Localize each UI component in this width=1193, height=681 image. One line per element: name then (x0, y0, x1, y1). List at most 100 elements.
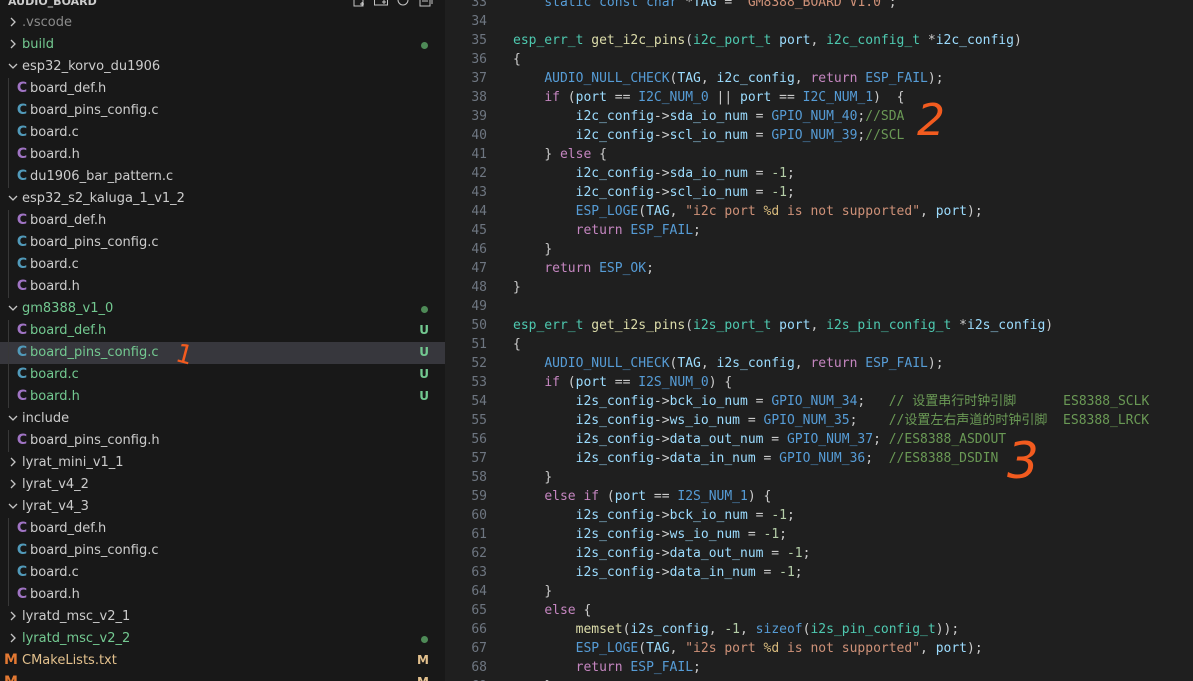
code-line[interactable]: } (513, 677, 1149, 681)
folder-item[interactable]: .vscode (0, 12, 445, 34)
c-header-file-icon: C (16, 278, 28, 294)
folder-item[interactable]: lyrat_v4_3 (0, 496, 445, 518)
code-line[interactable]: i2c_config->sda_io_num = GPIO_NUM_40;//S… (513, 107, 1149, 126)
code-line[interactable]: i2s_config->data_out_num = GPIO_NUM_37; … (513, 430, 1149, 449)
folder-item[interactable]: lyrat_v4_2 (0, 474, 445, 496)
code-line[interactable]: i2s_config->data_out_num = -1; (513, 544, 1149, 563)
folder-item[interactable]: build (0, 34, 445, 56)
code-line[interactable]: i2c_config->sda_io_num = -1; (513, 164, 1149, 183)
file-item[interactable]: Cboard.c (0, 254, 445, 276)
folder-item[interactable]: lyrat_mini_v1_1 (0, 452, 445, 474)
chevron-down-icon[interactable] (8, 411, 18, 425)
folder-item[interactable]: esp32_s2_kaluga_1_v1_2 (0, 188, 445, 210)
git-status-dot (421, 636, 428, 643)
code-line[interactable]: } (513, 582, 1149, 601)
new-file-icon[interactable] (350, 0, 368, 8)
file-item[interactable]: Cboard.h (0, 144, 445, 166)
file-item[interactable]: MM (0, 672, 445, 681)
code-line[interactable]: return ESP_OK; (513, 259, 1149, 278)
collapse-all-icon[interactable] (416, 0, 434, 8)
code-line[interactable]: i2c_config->scl_io_num = GPIO_NUM_39;//S… (513, 126, 1149, 145)
code-editor[interactable]: 33 34 35 36 37 38 39 40 41 42 43 44 45 46 47 48 49 50 51 52… (445, 0, 1193, 681)
indent-guide (8, 100, 9, 122)
code-line[interactable]: if (port == I2C_NUM_0 || port == I2C_NUM… (513, 88, 1149, 107)
code-token: const (599, 0, 639, 10)
code-line[interactable]: } else { (513, 145, 1149, 164)
folder-item[interactable]: esp32_korvo_du1906 (0, 56, 445, 78)
file-item[interactable]: Cboard.h U (0, 386, 445, 408)
code-line[interactable]: esp_err_t get_i2s_pins(i2s_port_t port, … (513, 316, 1149, 335)
code-line[interactable]: i2s_config->bck_io_num = -1; (513, 506, 1149, 525)
file-item[interactable]: Cboard_pins_config.c (0, 232, 445, 254)
chevron-right-icon[interactable] (8, 609, 18, 623)
code-line[interactable]: ESP_LOGE(TAG, "i2s port %d is not suppor… (513, 639, 1149, 658)
code-line[interactable]: if (port == I2S_NUM_0) { (513, 373, 1149, 392)
code-line[interactable]: i2s_config->data_in_num = -1; (513, 563, 1149, 582)
chevron-right-icon[interactable] (8, 631, 18, 645)
refresh-icon[interactable] (394, 0, 412, 8)
chevron-right-icon[interactable] (8, 15, 18, 29)
line-number: 46 (471, 242, 487, 257)
code-line[interactable] (513, 12, 1149, 31)
file-item[interactable]: Cboard_pins_config.c (0, 100, 445, 122)
file-item[interactable]: Cboard_def.h (0, 210, 445, 232)
code-line[interactable]: i2s_config->data_in_num = GPIO_NUM_36; /… (513, 449, 1149, 468)
code-line[interactable]: AUDIO_NULL_CHECK(TAG, i2c_config, return… (513, 69, 1149, 88)
folder-item[interactable]: lyratd_msc_v2_2 (0, 628, 445, 650)
code-area[interactable]: static const char *TAG = "GM8388_BOARD V… (513, 0, 1149, 681)
folder-item[interactable]: gm8388_v1_0 (0, 298, 445, 320)
code-token: GPIO_NUM_40 (771, 109, 858, 124)
code-line[interactable]: i2s_config->bck_io_num = GPIO_NUM_34; //… (513, 392, 1150, 411)
code-token: ( (638, 641, 647, 656)
chevron-down-icon[interactable] (8, 191, 18, 205)
folder-item[interactable]: include (0, 408, 445, 430)
c-file-icon: C (16, 102, 28, 118)
file-item[interactable]: Cboard_pins_config.c U (0, 342, 445, 364)
code-line[interactable]: static const char *TAG = "GM8388_BOARD V… (513, 0, 1149, 12)
code-line[interactable]: ESP_LOGE(TAG, "i2c port %d is not suppor… (513, 202, 1149, 221)
code-token: AUDIO_NULL_CHECK (544, 356, 670, 371)
code-line[interactable]: else { (513, 601, 1149, 620)
code-line[interactable]: else if (port == I2S_NUM_1) { (513, 487, 1149, 506)
line-number: 54 (471, 394, 487, 409)
file-item[interactable]: Cboard_def.h (0, 518, 445, 540)
code-line[interactable]: i2s_config->ws_io_num = -1; (513, 525, 1149, 544)
chevron-right-icon[interactable] (8, 477, 18, 491)
indent-guide (8, 342, 9, 364)
code-line[interactable]: i2c_config->scl_io_num = -1; (513, 183, 1149, 202)
file-item[interactable]: Cdu1906_bar_pattern.c (0, 166, 445, 188)
file-item[interactable]: Cboard_def.h U (0, 320, 445, 342)
code-line[interactable]: } (513, 468, 1149, 487)
code-line[interactable]: return ESP_FAIL; (513, 658, 1149, 677)
new-folder-icon[interactable] (372, 0, 390, 8)
file-item[interactable]: M CMakeLists.txt M (0, 650, 445, 672)
code-line[interactable]: return ESP_FAIL; (513, 221, 1149, 240)
code-token: i2c_config (575, 128, 654, 143)
handwritten-annotation-3: 3 (1007, 432, 1039, 490)
code-line[interactable]: { (513, 335, 1149, 354)
chevron-down-icon[interactable] (8, 499, 18, 513)
code-line[interactable]: memset(i2s_config, -1, sizeof(i2s_pin_co… (513, 620, 1149, 639)
code-line[interactable]: } (513, 240, 1149, 259)
code-token: port (575, 375, 607, 390)
file-item[interactable]: Cboard.h (0, 584, 445, 606)
file-item[interactable]: Cboard.h (0, 276, 445, 298)
chevron-down-icon[interactable] (8, 59, 18, 73)
file-item[interactable]: Cboard.c U (0, 364, 445, 386)
file-item[interactable]: Cboard_pins_config.c (0, 540, 445, 562)
code-line[interactable]: } (513, 278, 1149, 297)
folder-item[interactable]: lyratd_msc_v2_1 (0, 606, 445, 628)
file-item[interactable]: Cboard_pins_config.h (0, 430, 445, 452)
code-line[interactable]: esp_err_t get_i2c_pins(i2c_port_t port, … (513, 31, 1149, 50)
code-line[interactable]: AUDIO_NULL_CHECK(TAG, i2s_config, return… (513, 354, 1149, 373)
file-item[interactable]: Cboard.c (0, 122, 445, 144)
chevron-down-icon[interactable] (8, 301, 18, 315)
code-token: get_i2s_pins (591, 318, 686, 333)
chevron-right-icon[interactable] (8, 37, 18, 51)
code-line[interactable] (513, 297, 1149, 316)
chevron-right-icon[interactable] (8, 455, 18, 469)
code-line[interactable]: i2s_config->ws_io_num = GPIO_NUM_35; //设… (513, 411, 1150, 430)
file-item[interactable]: Cboard.c (0, 562, 445, 584)
file-item[interactable]: Cboard_def.h (0, 78, 445, 100)
code-line[interactable]: { (513, 50, 1149, 69)
